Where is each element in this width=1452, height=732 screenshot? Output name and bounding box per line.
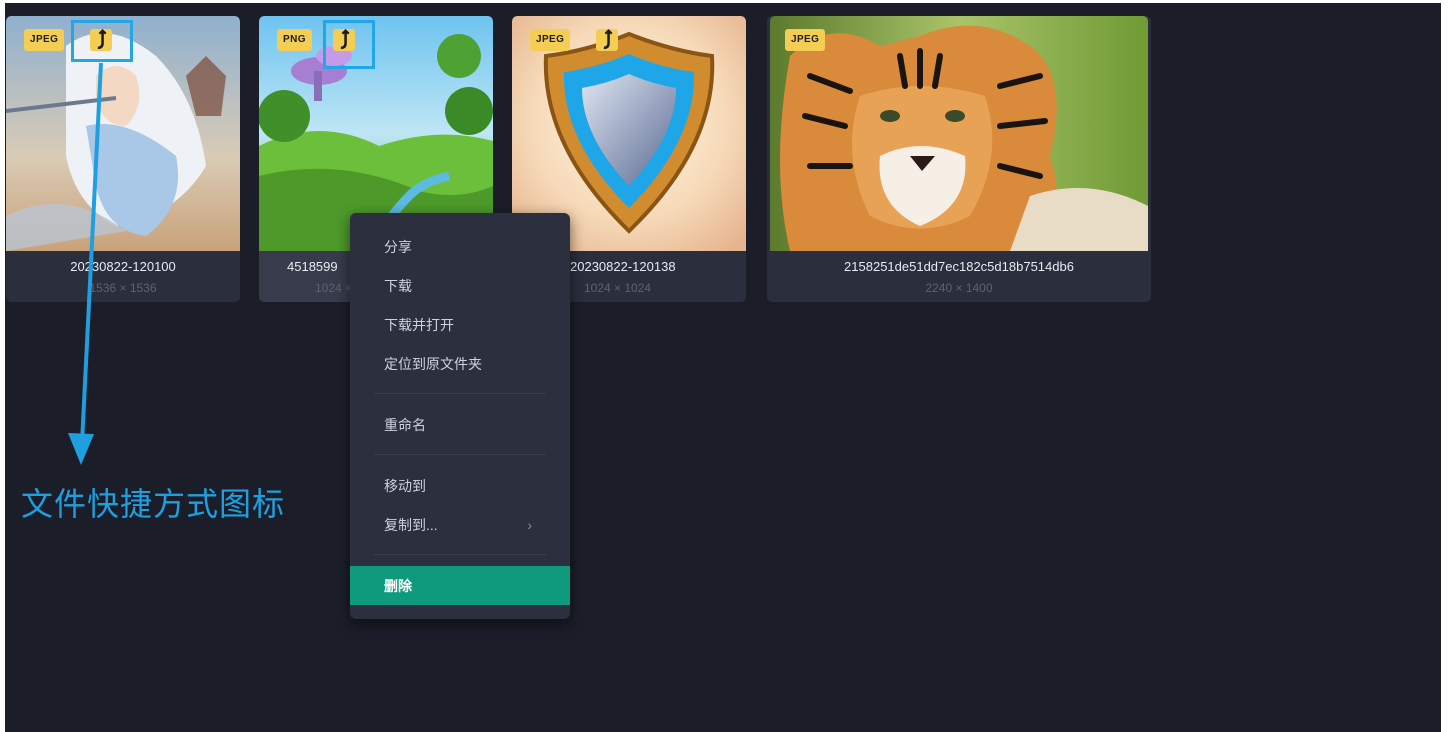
menu-item-download-and-open[interactable]: 下载并打开 bbox=[350, 305, 570, 344]
app-window: JPEG 20230822-120100 1536 × 1536 PNG 451… bbox=[5, 3, 1441, 732]
menu-divider bbox=[374, 454, 546, 455]
warrior-thumbnail-art bbox=[6, 16, 240, 251]
context-menu: 分享 下载 下载并打开 定位到原文件夹 重命名 移动到 复制到... › 删除 bbox=[350, 213, 570, 619]
menu-item-rename[interactable]: 重命名 bbox=[350, 405, 570, 444]
file-name: 20230822-120100 bbox=[70, 259, 176, 274]
menu-item-delete[interactable]: 删除 bbox=[350, 566, 570, 605]
menu-divider bbox=[374, 393, 546, 394]
image-card[interactable]: JPEG 20230822-120100 1536 × 1536 bbox=[6, 16, 240, 302]
menu-item-locate-folder[interactable]: 定位到原文件夹 bbox=[350, 344, 570, 383]
menu-item-move-to[interactable]: 移动到 bbox=[350, 466, 570, 505]
shortcut-arrow-icon bbox=[90, 29, 112, 51]
annotation-label: 文件快捷方式图标 bbox=[21, 486, 286, 522]
file-type-badge: JPEG bbox=[530, 29, 571, 51]
file-type-badge: JPEG bbox=[24, 29, 65, 51]
image-dimensions: 1536 × 1536 bbox=[89, 281, 157, 295]
menu-item-download[interactable]: 下载 bbox=[350, 266, 570, 305]
shortcut-arrow-icon bbox=[596, 29, 618, 51]
image-thumbnail[interactable]: JPEG bbox=[770, 16, 1148, 251]
image-card[interactable]: JPEG 2158251de51dd7ec182c5d18b7514db6 22… bbox=[767, 16, 1151, 302]
shortcut-arrow-icon bbox=[333, 29, 355, 51]
tiger-thumbnail-art bbox=[770, 16, 1148, 251]
file-type-badge: PNG bbox=[277, 29, 312, 51]
chevron-right-icon: › bbox=[527, 516, 532, 533]
image-dimensions: 2240 × 1400 bbox=[925, 281, 993, 295]
file-type-badge: JPEG bbox=[785, 29, 826, 51]
image-thumbnail[interactable]: JPEG bbox=[6, 16, 240, 251]
menu-divider bbox=[374, 554, 546, 555]
file-name: 2158251de51dd7ec182c5d18b7514db6 bbox=[844, 259, 1074, 274]
menu-item-copy-to[interactable]: 复制到... › bbox=[350, 505, 570, 544]
menu-item-share[interactable]: 分享 bbox=[350, 227, 570, 266]
